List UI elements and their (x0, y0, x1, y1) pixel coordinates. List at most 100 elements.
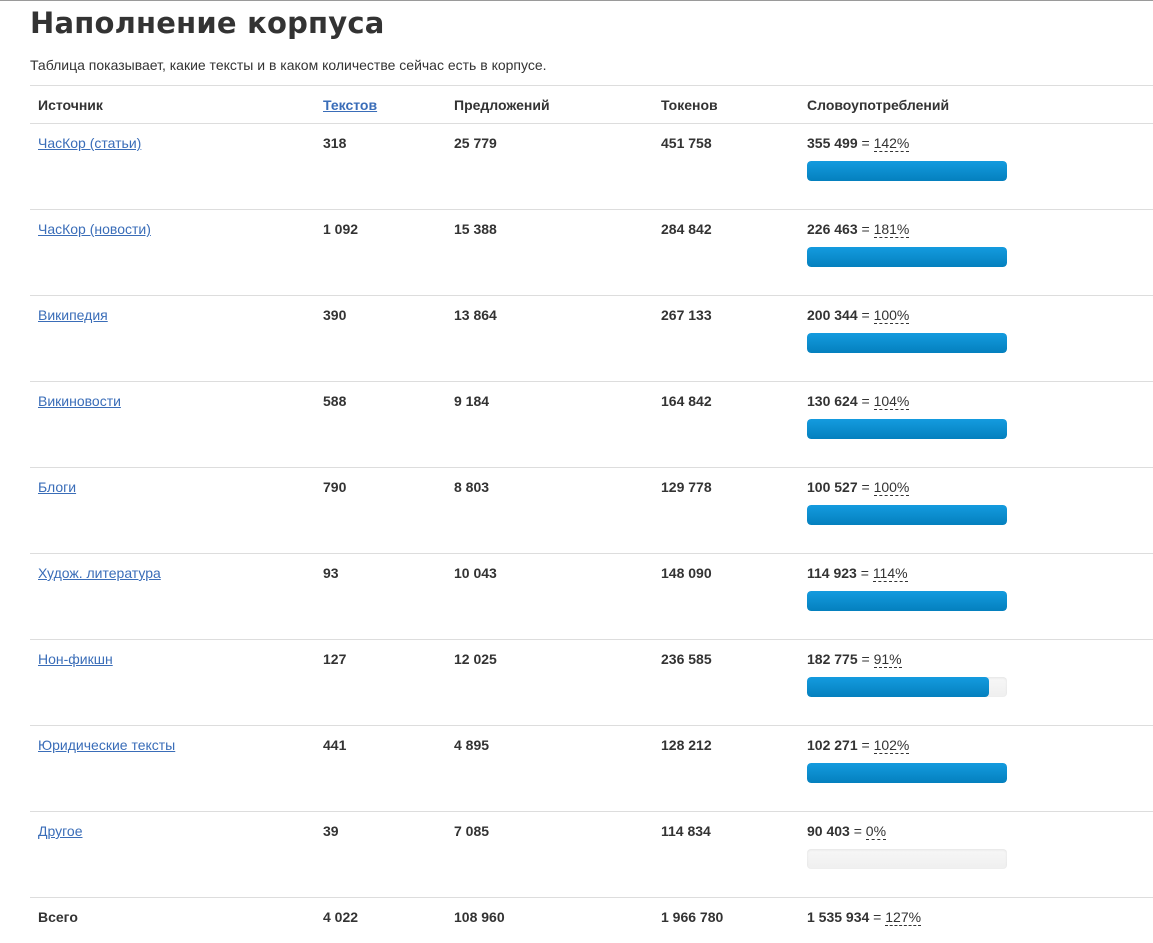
source-link[interactable]: Другое (38, 823, 82, 839)
table-row: Худож. литература 93 10 043 148 090 114 923 … (30, 553, 1153, 640)
usages-percent-link[interactable]: 102% (873, 737, 910, 754)
table-row: Блоги 790 8 803 129 778 100 527 = 100% (30, 467, 1153, 554)
table-row: Нон-фикшн 127 12 025 236 585 182 775 = 91% (30, 639, 1153, 726)
usages-text: 114 923 = 114% (807, 565, 908, 582)
usages-cell: 100 527 = 100% (799, 467, 1153, 554)
usages-cell: 182 775 = 91% (799, 639, 1153, 726)
usages-cell: 226 463 = 181% (799, 209, 1153, 296)
usage-progress-bar (807, 505, 1007, 525)
usage-progress-fill (807, 591, 1007, 611)
usages-value: 90 403 (807, 823, 850, 839)
usage-progress-bar (807, 591, 1007, 611)
page-description: Таблица показывает, какие тексты и в как… (30, 57, 547, 73)
source-cell: Другое (30, 811, 315, 898)
corpus-table: Источник Текстов Предложений Токенов Сло… (30, 85, 1153, 934)
window-top-border (0, 0, 1153, 1)
header-texts: Текстов (315, 85, 446, 124)
tokens-cell: 267 133 (653, 295, 799, 382)
source-link[interactable]: Википедия (38, 307, 108, 323)
total-tokens: 1 966 780 (661, 909, 724, 925)
usage-progress-bar (807, 849, 1007, 869)
total-usages-cell: 1 535 934 = 127% (799, 898, 1153, 934)
usages-value: 200 344 (807, 307, 858, 323)
tokens-cell: 114 834 (653, 811, 799, 898)
source-cell: Нон-фикшн (30, 639, 315, 726)
usages-text: 100 527 = 100% (807, 479, 910, 496)
total-sentences: 108 960 (454, 909, 505, 925)
source-cell: ЧасКор (новости) (30, 209, 315, 296)
table-row: ЧасКор (статьи) 318 25 779 451 758 355 499 =… (30, 123, 1153, 210)
sentences-cell: 8 803 (446, 467, 653, 554)
usages-text: 182 775 = 91% (807, 651, 902, 668)
tokens-cell: 148 090 (653, 553, 799, 640)
usages-value: 100 527 (807, 479, 858, 495)
texts-cell: 1 092 (315, 209, 446, 296)
usage-progress-bar (807, 247, 1007, 267)
sentences-cell: 7 085 (446, 811, 653, 898)
usage-progress-fill (807, 161, 1007, 181)
usages-value: 226 463 (807, 221, 858, 237)
usages-percent-link[interactable]: 114% (872, 565, 908, 582)
total-texts: 4 022 (323, 909, 359, 925)
header-texts-sort-link[interactable]: Текстов (323, 97, 377, 113)
usages-percent-link[interactable]: 104% (873, 393, 910, 410)
usages-cell: 90 403 = 0% (799, 811, 1153, 898)
header-source: Источник (30, 85, 315, 124)
usages-cell: 114 923 = 114% (799, 553, 1153, 640)
source-link[interactable]: Блоги (38, 479, 76, 495)
total-percent-link[interactable]: 127% (885, 909, 922, 926)
table-header: Источник Текстов Предложений Токенов Сло… (30, 85, 1153, 124)
usage-progress-bar (807, 161, 1007, 181)
usages-percent-link[interactable]: 181% (873, 221, 910, 238)
usage-progress-fill (807, 419, 1007, 439)
page-title: Наполнение корпуса (30, 6, 385, 40)
usages-text: 130 624 = 104% (807, 393, 910, 410)
usages-percent-link[interactable]: 100% (873, 479, 910, 496)
usages-cell: 200 344 = 100% (799, 295, 1153, 382)
source-link[interactable]: Викиновости (38, 393, 121, 409)
usages-percent-link[interactable]: 100% (873, 307, 910, 324)
usage-progress-fill (807, 677, 989, 697)
total-usages-value: 1 535 934 (807, 909, 870, 925)
usage-progress-fill (807, 333, 1007, 353)
usages-text: 200 344 = 100% (807, 307, 910, 324)
total-usages-text: 1 535 934 = 127% (807, 909, 922, 926)
source-cell: Викиновости (30, 381, 315, 468)
usage-progress-bar (807, 333, 1007, 353)
usage-progress-bar (807, 677, 1007, 697)
source-link[interactable]: Худож. литература (38, 565, 161, 581)
tokens-cell: 236 585 (653, 639, 799, 726)
usage-progress-bar (807, 419, 1007, 439)
sentences-cell: 13 864 (446, 295, 653, 382)
sentences-cell: 15 388 (446, 209, 653, 296)
header-row: Источник Текстов Предложений Токенов Сло… (30, 85, 1153, 124)
texts-cell: 441 (315, 725, 446, 812)
texts-cell: 127 (315, 639, 446, 726)
usages-value: 102 271 (807, 737, 858, 753)
usage-progress-bar (807, 763, 1007, 783)
source-cell: Худож. литература (30, 553, 315, 640)
source-link[interactable]: Нон-фикшн (38, 651, 113, 667)
usages-percent-link[interactable]: 142% (873, 135, 910, 152)
tokens-cell: 128 212 (653, 725, 799, 812)
source-link[interactable]: Юридические тексты (38, 737, 175, 753)
source-cell: Википедия (30, 295, 315, 382)
table-body: ЧасКор (статьи) 318 25 779 451 758 355 499 =… (30, 123, 1153, 898)
total-label: Всего (38, 909, 78, 925)
source-link[interactable]: ЧасКор (новости) (38, 221, 151, 237)
tokens-cell: 284 842 (653, 209, 799, 296)
usages-text: 355 499 = 142% (807, 135, 910, 152)
usages-text: 102 271 = 102% (807, 737, 910, 754)
source-cell: Блоги (30, 467, 315, 554)
sentences-cell: 4 895 (446, 725, 653, 812)
usages-percent-link[interactable]: 0% (865, 823, 887, 840)
usages-percent-link[interactable]: 91% (873, 651, 902, 668)
texts-cell: 390 (315, 295, 446, 382)
source-link[interactable]: ЧасКор (статьи) (38, 135, 141, 151)
usage-progress-fill (807, 763, 1007, 783)
usages-cell: 130 624 = 104% (799, 381, 1153, 468)
usages-value: 114 923 (807, 565, 857, 581)
usage-progress-fill (807, 505, 1007, 525)
header-usages: Словоупотреблений (799, 85, 1153, 124)
table-footer: Всего 4 022 108 960 1 966 780 1 535 934 … (30, 898, 1153, 934)
